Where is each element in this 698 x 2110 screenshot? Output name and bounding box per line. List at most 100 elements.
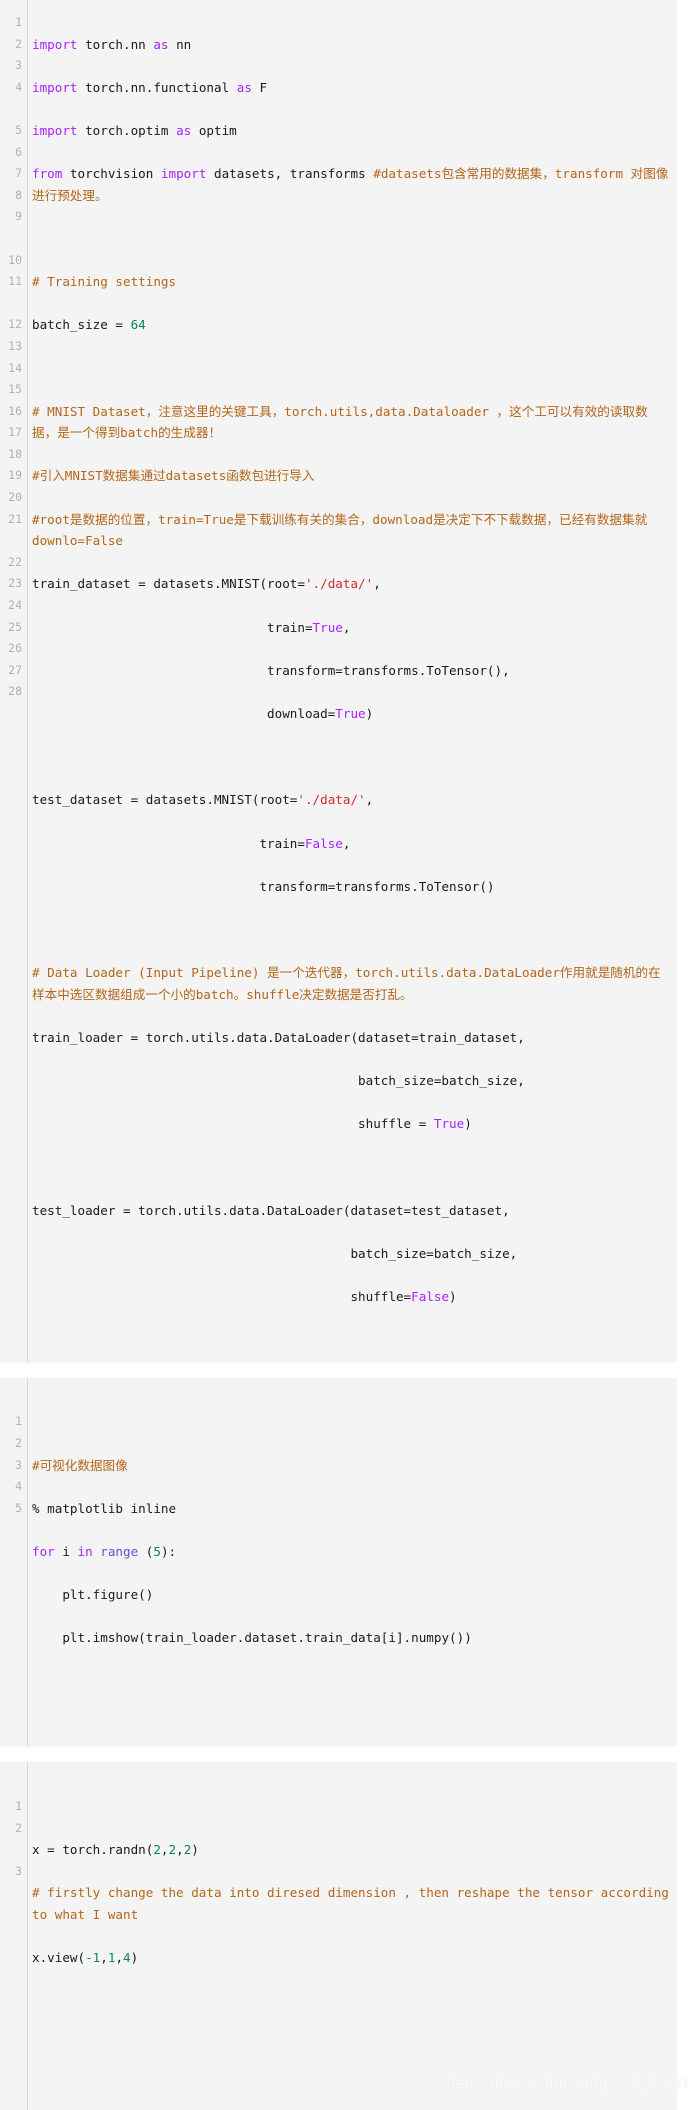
line-number: 9 [15, 209, 22, 224]
token-text: train= [32, 835, 305, 851]
token-boolean: False [411, 1289, 450, 1305]
code-editor-1[interactable]: import torch.nn as nn import torch.nn.fu… [28, 0, 677, 1363]
token-keyword: in [77, 1543, 93, 1559]
line-number: 5 [15, 122, 22, 137]
line-number: 1 [15, 1798, 22, 1813]
line-number: 2 [15, 1436, 22, 1450]
line-number: 16 [8, 403, 22, 418]
code-editor-2[interactable]: #可视化数据图像 % matplotlib inline for i in ra… [28, 1378, 677, 1748]
token-boolean: True [433, 1116, 465, 1132]
token-text: torch.optim [77, 122, 177, 138]
code-line: # Training settings [32, 271, 671, 293]
token-text: batch_size=batch_size, [32, 1073, 525, 1089]
code-cell-3[interactable]: . 1 2 . 3 . . x = torch.randn(2,2,2) # f… [0, 1762, 677, 2110]
token-text: , [342, 835, 351, 851]
token-keyword: as [236, 79, 252, 95]
token-text: ) [365, 706, 374, 721]
line-number-gutter-3: . 1 2 . 3 . . [0, 1762, 28, 2110]
token-text: plt.imshow(train_loader.dataset.train_da… [32, 1630, 472, 1646]
token-text: torchvision [62, 166, 161, 182]
line-number: 24 [8, 598, 22, 613]
token-text: shuffle= [32, 1289, 412, 1305]
line-number-spacer: . [0, 1519, 27, 1541]
line-number: 13 [8, 338, 22, 353]
line-number: 5 [15, 1500, 22, 1515]
token-text: nn [168, 36, 192, 52]
token-text: test_loader = torch.utils.data.DataLoade… [32, 1202, 510, 1218]
line-number: 8 [15, 187, 22, 202]
code-line: batch_size=batch_size, [32, 1070, 671, 1092]
token-keyword: from [32, 166, 63, 182]
code-line: # Data Loader (Input Pipeline) 是一个迭代器，to… [32, 962, 671, 1005]
line-number: 7 [15, 166, 22, 181]
token-number: -1 [85, 1950, 101, 1966]
token-boolean: False [304, 835, 343, 851]
line-number: 1 [15, 1414, 22, 1429]
code-line: for i in range (5): [32, 1541, 671, 1563]
token-comment: # Training settings [32, 274, 177, 290]
code-line: batch_size = 64 [32, 314, 671, 336]
code-editor-3[interactable]: x = torch.randn(2,2,2) # firstly change … [28, 1762, 677, 2110]
jupyter-notebook: 1 2 3 4 . 5 6 7 8 9 . 10 11 . 12 13 14 1… [0, 0, 698, 2110]
token-text: train_dataset = datasets.MNIST(root= [32, 576, 305, 592]
line-number-gutter-2: . 1 2 3 4 5 . [0, 1377, 28, 1748]
line-number: 3 [15, 58, 22, 73]
token-text: , [100, 1950, 108, 1966]
token-number: 64 [130, 317, 146, 333]
line-number: 22 [8, 554, 22, 569]
token-number: 2 [153, 1842, 161, 1858]
token-text: train= [32, 619, 313, 635]
code-line: #root是数据的位置，train=True是下载训练有关的集合，downloa… [32, 509, 671, 552]
token-number: 2 [168, 1842, 177, 1858]
token-text: train_loader = torch.utils.data.DataLoad… [32, 1029, 525, 1045]
token-keyword: import [32, 122, 78, 138]
token-text: download= [32, 706, 336, 721]
token-text: x = torch.randn( [32, 1842, 154, 1858]
token-text: batch_size = [32, 317, 131, 333]
code-line: train=True, [32, 617, 671, 639]
code-line: shuffle = True) [32, 1113, 671, 1135]
line-number-spacer: . [0, 1882, 27, 1904]
code-cell-1[interactable]: 1 2 3 4 . 5 6 7 8 9 . 10 11 . 12 13 14 1… [0, 0, 677, 1363]
token-builtin: range [100, 1543, 139, 1559]
line-number: 28 [8, 684, 22, 699]
code-line: from torchvision import datasets, transf… [32, 163, 671, 206]
line-number: 27 [8, 662, 22, 677]
line-number-continuation: . [0, 1839, 27, 1861]
line-number-gutter-1: 1 2 3 4 . 5 6 7 8 9 . 10 11 . 12 13 14 1… [0, 0, 28, 1363]
token-keyword: import [160, 166, 207, 182]
code-line: #引入MNIST数据集通过datasets函数包进行导入 [32, 465, 671, 487]
token-keyword: for [32, 1543, 55, 1559]
token-comment: #引入MNIST数据集通过datasets函数包进行导入 [32, 468, 315, 484]
code-line: transform=transforms.ToTensor(), [32, 660, 671, 682]
line-number-continuation: . [0, 98, 27, 120]
token-keyword: import [32, 36, 78, 52]
line-number: 15 [8, 382, 22, 397]
token-text: test_dataset = datasets.MNIST(root= [32, 792, 298, 808]
code-line: import torch.nn.functional as F [32, 77, 671, 99]
token-text: ) [449, 1289, 457, 1305]
line-number: 2 [15, 1820, 22, 1835]
line-number: 3 [15, 1863, 22, 1878]
token-text: batch_size=batch_size, [32, 1245, 518, 1261]
line-number: 11 [8, 274, 22, 289]
line-number: 2 [15, 36, 22, 51]
line-number: 6 [15, 144, 22, 159]
line-number: 25 [8, 619, 22, 634]
token-comment: #可视化数据图像 [32, 1457, 128, 1473]
line-number: 14 [8, 360, 22, 375]
line-number: 18 [8, 446, 22, 461]
code-line: #可视化数据图像 [32, 1455, 671, 1477]
token-number: 2 [183, 1842, 192, 1858]
line-number-continuation: . [0, 228, 27, 250]
code-line: batch_size=batch_size, [32, 1243, 671, 1265]
token-number: 4 [123, 1950, 131, 1966]
code-cell-2[interactable]: . 1 2 3 4 5 . #可视化数据图像 % matplotlib inli… [0, 1377, 677, 1748]
code-line: import torch.nn as nn [32, 34, 671, 56]
token-boolean: True [335, 706, 366, 721]
code-line: shuffle=False) [32, 1286, 671, 1308]
